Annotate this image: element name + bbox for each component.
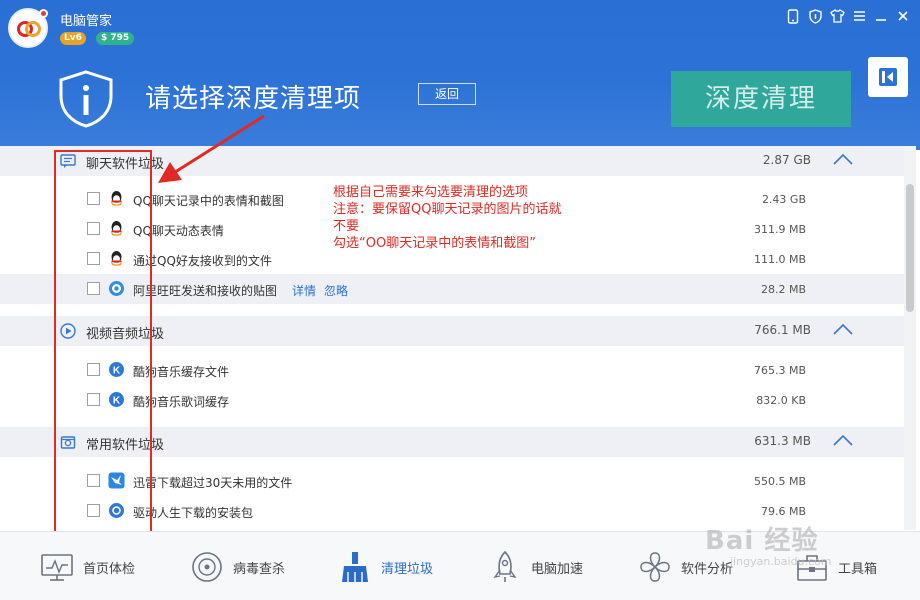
annotation-line: 根据自己需要来勾选要清理的选项	[333, 185, 529, 200]
nav-label: 病毒查杀	[233, 561, 286, 577]
item-size: 832.0 KB	[756, 394, 806, 407]
category-size: 631.3 MB	[754, 434, 811, 448]
exit-icon[interactable]	[868, 57, 908, 97]
minimize-icon[interactable]	[870, 6, 892, 26]
watermark: Bai 经验	[705, 526, 819, 556]
level-badge[interactable]: Lv6	[60, 32, 86, 45]
header-bar: 电脑管家 Lv6 $ 795 请选择深度清理项 返回 深度清理	[0, 0, 920, 150]
nav-speed-up[interactable]: 电脑加速	[488, 550, 583, 584]
category-size: 2.87 GB	[762, 153, 811, 167]
annotation-line: 不要	[333, 219, 360, 234]
watermark-sub: jingyan.baidu.com	[730, 555, 832, 568]
nav-label: 工具箱	[838, 561, 878, 577]
item-label: 通过QQ好友接收到的文件	[133, 254, 272, 268]
annotation-text: 根据自己需要来勾选要清理的选项 注意：要保留QQ聊天记录的图片的话就 不要 勾选…	[333, 184, 561, 252]
category-size: 766.1 MB	[754, 323, 811, 337]
annotation-line: 注意：要保留QQ聊天记录的图片的话就	[333, 202, 562, 217]
annotation-arrow	[158, 114, 265, 183]
item-size: 111.0 MB	[753, 253, 806, 266]
phone-icon[interactable]	[782, 6, 804, 26]
item-label: 迅雷下载超过30天未用的文件	[133, 476, 293, 490]
item-size: 2.43 GB	[761, 193, 806, 206]
target-icon	[192, 552, 222, 582]
item-size: 28.2 MB	[760, 283, 806, 296]
nav-clean-junk[interactable]: 清理垃圾	[338, 550, 433, 584]
chevron-up-icon[interactable]	[832, 152, 854, 166]
item-label: QQ聊天记录中的表情和截图	[133, 194, 284, 208]
item-size: 311.9 MB	[753, 223, 806, 236]
ignore-link[interactable]: 忽略	[324, 282, 348, 299]
nav-home-check[interactable]: 首页体检	[40, 550, 135, 584]
detail-link[interactable]: 详情	[292, 282, 316, 299]
item-size: 79.6 MB	[760, 505, 806, 518]
nav-label: 软件分析	[681, 561, 734, 577]
app-name: 电脑管家	[60, 14, 113, 29]
chevron-up-icon[interactable]	[832, 433, 854, 447]
rocket-icon	[493, 550, 517, 582]
annotation-highlight-box	[54, 150, 152, 537]
broom-icon	[342, 552, 368, 582]
monitor-icon	[41, 554, 73, 581]
window-controls	[782, 6, 914, 26]
nav-label: 清理垃圾	[381, 561, 434, 577]
nav-label: 首页体检	[83, 561, 136, 577]
nav-label: 电脑加速	[531, 561, 584, 577]
skin-icon[interactable]	[826, 6, 848, 26]
item-label: 阿里旺旺发送和接收的贴图	[133, 284, 278, 298]
annotation-line: 勾选“OO聊天记录中的表情和截图”	[333, 236, 536, 251]
shield-icon[interactable]	[804, 6, 826, 26]
app-logo-icon	[8, 8, 48, 48]
menu-icon[interactable]	[848, 6, 870, 26]
item-size: 765.3 MB	[753, 364, 806, 377]
nav-virus-scan[interactable]: 病毒查杀	[190, 550, 285, 584]
info-shield-icon	[59, 70, 113, 128]
coin-badge[interactable]: $ 795	[96, 32, 135, 45]
item-size: 550.5 MB	[753, 475, 806, 488]
chevron-up-icon[interactable]	[832, 322, 854, 336]
back-button[interactable]: 返回	[418, 83, 476, 105]
scrollbar-thumb[interactable]	[906, 184, 914, 312]
close-icon[interactable]	[892, 6, 914, 26]
flower-icon	[640, 552, 670, 582]
deep-clean-button[interactable]: 深度清理	[671, 71, 851, 127]
